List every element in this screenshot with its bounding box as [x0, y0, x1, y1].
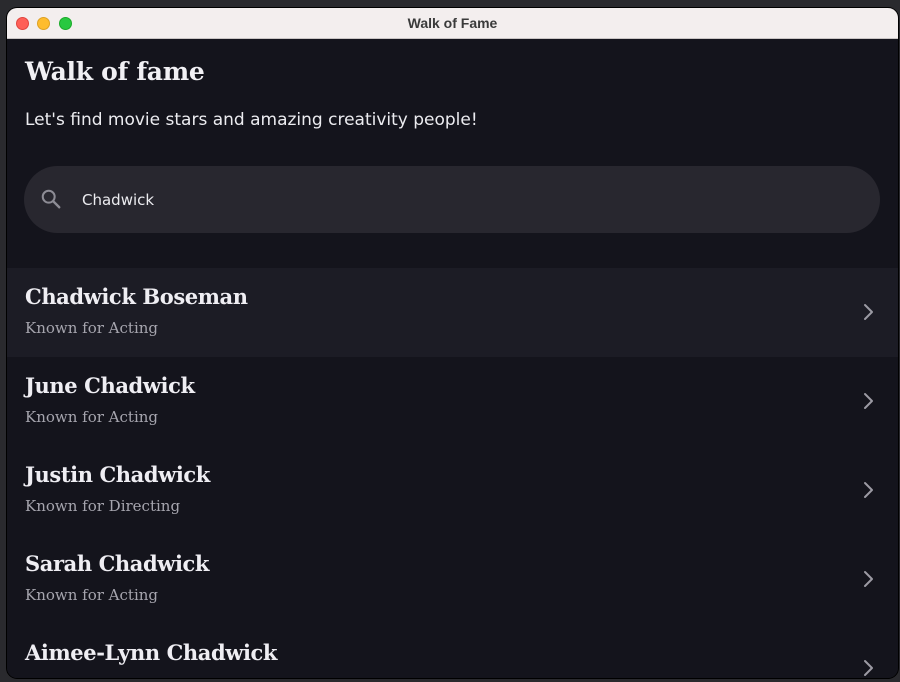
- chevron-right-icon: [864, 571, 873, 587]
- page-title: Walk of fame: [25, 57, 205, 86]
- result-row[interactable]: Chadwick Boseman Known for Acting: [7, 268, 898, 357]
- page-subtitle: Let's find movie stars and amazing creat…: [25, 110, 478, 130]
- search-box[interactable]: [24, 166, 880, 233]
- app-window: Walk of Fame Walk of fame Let's find mov…: [7, 8, 898, 678]
- result-row[interactable]: Justin Chadwick Known for Directing: [7, 446, 898, 535]
- minimize-window-button[interactable]: [37, 17, 50, 30]
- result-row[interactable]: June Chadwick Known for Acting: [7, 357, 898, 446]
- chevron-right-icon: [864, 660, 873, 676]
- chevron-right-icon: [864, 393, 873, 409]
- known-for-label: Known for Acting: [25, 319, 159, 337]
- result-row[interactable]: Sarah Chadwick Known for Acting: [7, 535, 898, 624]
- title-bar: Walk of Fame: [7, 8, 898, 39]
- chevron-right-icon: [864, 304, 873, 320]
- person-name: Sarah Chadwick: [25, 551, 210, 576]
- chevron-right-icon: [864, 482, 873, 498]
- close-window-button[interactable]: [16, 17, 29, 30]
- person-name: June Chadwick: [25, 373, 195, 398]
- person-name: Aimee-Lynn Chadwick: [25, 640, 278, 665]
- search-input[interactable]: [82, 166, 842, 233]
- main-content: Walk of fame Let's find movie stars and …: [7, 39, 898, 678]
- search-icon: [41, 189, 61, 209]
- known-for-label: Known for Directing: [25, 497, 181, 515]
- person-name: Chadwick Boseman: [25, 284, 248, 309]
- known-for-label: Known for Acting: [25, 586, 159, 604]
- maximize-window-button[interactable]: [59, 17, 72, 30]
- known-for-label: Known for Acting: [25, 408, 159, 426]
- person-name: Justin Chadwick: [25, 462, 210, 487]
- window-title: Walk of Fame: [407, 15, 498, 31]
- results-list: Chadwick Boseman Known for Acting June Cha…: [7, 268, 898, 678]
- result-row[interactable]: Aimee-Lynn Chadwick: [7, 624, 898, 678]
